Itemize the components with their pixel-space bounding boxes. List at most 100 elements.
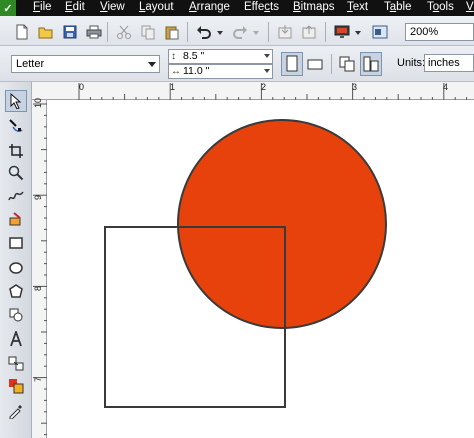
menu-bitmaps[interactable]: Bitmaps bbox=[293, 1, 335, 13]
ruler-v-label: 9 bbox=[33, 194, 43, 200]
open-icon[interactable] bbox=[38, 24, 54, 40]
menu-text[interactable]: Text bbox=[347, 1, 368, 13]
vertical-ruler[interactable]: 10 9 8 7 bbox=[32, 97, 47, 438]
toolbar-separator bbox=[268, 22, 269, 42]
menu-tools-tail: ols bbox=[439, 1, 454, 13]
zoom-icon bbox=[8, 165, 24, 181]
toolbox bbox=[0, 82, 32, 438]
ruler-v-label: 10 bbox=[33, 97, 43, 108]
ruler-h-label: 4 bbox=[443, 82, 449, 92]
menu-effects-tail: ts bbox=[270, 1, 279, 13]
menu-arrange-label: rrange bbox=[196, 1, 230, 13]
polygon-tool[interactable] bbox=[5, 281, 27, 303]
ruler-v-label: 7 bbox=[33, 376, 43, 382]
rectangle-tool[interactable] bbox=[5, 232, 27, 254]
ruler-h-label: 0 bbox=[79, 82, 85, 92]
rectangle-icon bbox=[9, 237, 23, 249]
menu-table[interactable]: Table bbox=[384, 1, 412, 13]
zoom-tool[interactable] bbox=[5, 162, 27, 184]
cut-icon[interactable] bbox=[116, 24, 132, 40]
copy-icon[interactable] bbox=[140, 24, 156, 40]
eyedropper-tool[interactable] bbox=[5, 400, 27, 422]
menu-text-label: ext bbox=[352, 1, 369, 13]
redo-icon[interactable] bbox=[232, 24, 248, 40]
page-size-select[interactable]: Letter bbox=[11, 55, 160, 73]
page-height-field[interactable]: ↔ 11.0 " bbox=[168, 64, 273, 79]
ellipse-tool[interactable] bbox=[5, 257, 27, 279]
horizontal-ruler-ticks bbox=[78, 83, 468, 100]
drawing-canvas[interactable] bbox=[47, 100, 474, 438]
menu-tools[interactable]: Tools bbox=[427, 1, 454, 13]
pointer-icon bbox=[10, 93, 22, 109]
menu-edit-label: dit bbox=[72, 1, 85, 13]
smart-fill-icon bbox=[9, 212, 21, 226]
text-tool[interactable] bbox=[5, 328, 27, 350]
eyedropper-icon bbox=[9, 405, 22, 419]
crop-icon bbox=[9, 144, 23, 158]
undo-dropdown-icon[interactable] bbox=[216, 24, 224, 40]
standard-toolbar: 200% bbox=[0, 16, 474, 46]
welcome-icon[interactable] bbox=[372, 24, 388, 40]
portrait-button[interactable] bbox=[281, 52, 303, 76]
units-select[interactable]: inches bbox=[424, 54, 474, 72]
menu-arrange-mnemonic: A bbox=[189, 1, 197, 13]
page-width-value: 8.5 " bbox=[183, 50, 205, 62]
page-height-value: 11.0 " bbox=[183, 65, 210, 77]
toolbar-separator bbox=[107, 22, 108, 42]
menu-effects[interactable]: Effects bbox=[244, 1, 279, 13]
print-icon[interactable] bbox=[86, 24, 102, 40]
menu-bitmaps-mnemonic: B bbox=[293, 1, 301, 13]
menu-edit-mnemonic: E bbox=[65, 1, 73, 13]
shape-tool[interactable] bbox=[5, 115, 27, 137]
menu-file[interactable]: File bbox=[33, 1, 52, 13]
freehand-tool[interactable] bbox=[5, 185, 27, 207]
spin-arrow-icon[interactable] bbox=[264, 54, 270, 58]
menu-edit[interactable]: Edit bbox=[65, 1, 85, 13]
app-window: ✓ File Edit View Layout Arrange Effects … bbox=[0, 0, 474, 438]
spin-arrow-icon[interactable] bbox=[264, 69, 270, 73]
app-logo-icon: ✓ bbox=[0, 0, 16, 16]
zoom-level-input[interactable]: 200% bbox=[405, 23, 474, 41]
menu-effects-label: Effe bbox=[244, 1, 265, 13]
width-icon: ↕ bbox=[171, 51, 176, 62]
page-size-value: Letter bbox=[16, 58, 45, 70]
interactive-tool[interactable] bbox=[5, 352, 27, 374]
ruler-v-label: 8 bbox=[33, 285, 43, 291]
toolbar-separator bbox=[325, 22, 326, 42]
export-icon[interactable] bbox=[301, 24, 317, 40]
menu-arrange[interactable]: Arrange bbox=[189, 1, 230, 13]
ruler-h-label: 3 bbox=[352, 82, 358, 92]
menu-layout[interactable]: Layout bbox=[139, 1, 174, 13]
menu-window[interactable]: V bbox=[466, 1, 474, 13]
fill-tool[interactable] bbox=[5, 375, 27, 397]
current-page-icon bbox=[363, 56, 379, 72]
circle-shape[interactable] bbox=[177, 119, 387, 329]
menu-file-label: ile bbox=[40, 1, 52, 13]
landscape-button[interactable] bbox=[304, 52, 326, 76]
crop-tool[interactable] bbox=[5, 140, 27, 162]
all-pages-button[interactable] bbox=[336, 52, 358, 76]
paste-icon[interactable] bbox=[164, 24, 180, 40]
menu-view-label: iew bbox=[107, 1, 125, 13]
launcher-icon[interactable] bbox=[334, 24, 350, 40]
undo-icon[interactable] bbox=[196, 24, 212, 40]
launcher-dropdown-icon[interactable] bbox=[354, 24, 362, 40]
import-icon[interactable] bbox=[277, 24, 293, 40]
interactive-blend-icon bbox=[8, 356, 24, 371]
new-icon[interactable] bbox=[14, 24, 30, 40]
vertical-ruler-ticks bbox=[33, 103, 47, 436]
current-page-button[interactable] bbox=[360, 52, 382, 76]
menu-window-mnemonic: V bbox=[466, 1, 474, 13]
page-width-field[interactable]: ↕ 8.5 " bbox=[168, 49, 273, 64]
pick-tool[interactable] bbox=[5, 90, 27, 112]
toolbar-separator bbox=[187, 22, 188, 42]
basic-shapes-tool[interactable] bbox=[5, 304, 27, 326]
redo-dropdown-icon[interactable] bbox=[252, 24, 260, 40]
smart-fill-tool[interactable] bbox=[5, 208, 27, 230]
all-pages-icon bbox=[339, 56, 355, 72]
basic-shapes-icon bbox=[9, 308, 23, 322]
menu-view[interactable]: View bbox=[100, 1, 125, 13]
save-icon[interactable] bbox=[62, 24, 78, 40]
horizontal-ruler[interactable]: 0 1 2 3 4 bbox=[32, 82, 474, 100]
chevron-down-icon bbox=[148, 62, 156, 67]
